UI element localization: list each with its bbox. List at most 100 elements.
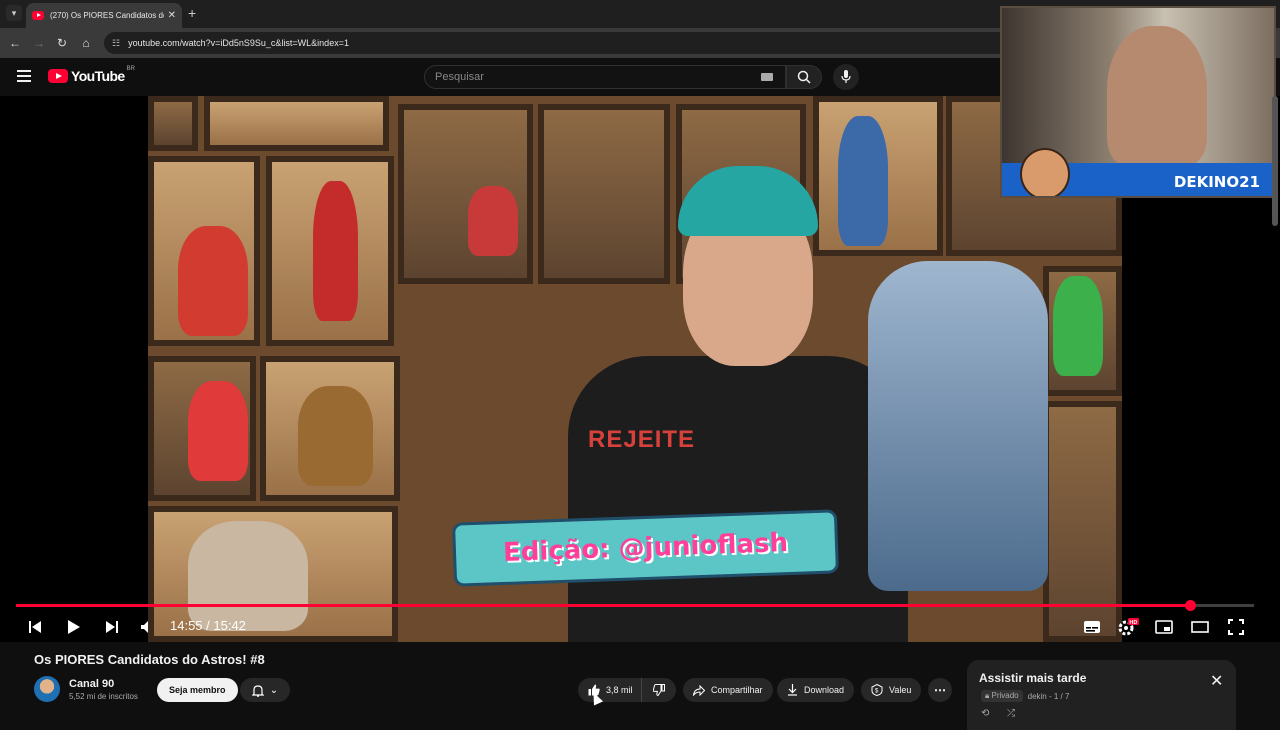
streamer-figure [1107,26,1207,166]
shelf-cubby [538,104,670,284]
new-tab-button[interactable]: + [188,5,196,21]
notifications-button[interactable]: ⌄ [240,678,290,702]
download-label: Download [804,685,845,695]
trophy-figure [313,181,358,321]
microphone-icon [841,70,851,83]
youtube-logo[interactable]: YouTube BR [48,66,135,84]
scrubber-knob[interactable] [1184,600,1196,611]
logo-text: YouTube [71,68,125,84]
shirt-text: REJEITE [588,426,696,453]
tab-close-icon[interactable]: ✕ [168,10,176,21]
browser-tab[interactable]: (270) Os PIORES Candidatos do ✕ [26,3,182,28]
theater-mode-button[interactable] [1189,616,1211,638]
keyboard-icon[interactable] [761,73,773,81]
forward-icon[interactable]: → [30,34,48,52]
previous-button[interactable] [24,616,46,638]
thanks-button[interactable]: $ Valeu [861,678,922,702]
time-display: 14:55 / 15:42 [170,618,246,633]
next-button[interactable] [101,616,123,638]
plush-figure [298,386,373,486]
thumbs-down-icon [652,684,665,696]
miniplayer-button[interactable] [1153,616,1175,638]
bell-icon [251,684,264,697]
shelf-cubby [204,96,389,151]
robocop-bust [868,261,1048,591]
fullscreen-button[interactable] [1225,616,1247,638]
dino-plush-figure [188,521,308,631]
playlist-meta: 🔒︎ Privado dekin - 1 / 7 [981,690,1069,702]
loop-icon[interactable]: ⟲ [981,708,989,719]
like-count: 3,8 mil [606,685,633,695]
settings-button[interactable]: HD [1117,616,1139,638]
duck-figure [1053,276,1103,376]
search-icon [797,70,811,84]
search-input[interactable] [435,71,761,83]
progress-played [16,604,1190,607]
guitarist-figure [838,116,888,246]
search-button[interactable] [786,65,822,89]
progress-bar[interactable] [16,600,1254,611]
theater-mode-icon [1191,621,1209,633]
previous-icon [29,621,41,633]
chevron-down-icon: ⌄ [269,684,279,696]
close-icon[interactable]: ✕ [1210,674,1223,690]
privacy-badge: 🔒︎ Privado [981,690,1023,702]
video-frame[interactable]: REJEITE Edição: @junioflash [148,96,1122,642]
super-thanks-icon: $ [871,684,883,696]
cartoon-avatar [1020,148,1070,196]
share-icon [693,684,705,696]
site-info-icon[interactable]: ☷ [112,38,120,49]
play-button[interactable] [63,616,85,638]
menu-icon[interactable] [17,70,31,82]
reload-icon[interactable]: ↻ [53,34,71,52]
subscriber-count: 5,52 mi de inscritos [69,692,138,701]
volume-icon [141,621,148,633]
home-icon[interactable]: ⌂ [77,34,95,52]
tab-title: (270) Os PIORES Candidatos do [50,11,164,20]
join-button[interactable]: Seja membro [157,678,238,702]
miniplayer-icon [1155,620,1173,634]
playlist-title[interactable]: Assistir mais tarde [979,671,1086,685]
back-icon[interactable]: ← [6,34,24,52]
url-text: youtube.com/watch?v=iDd5nS9Su_c&list=WL&… [128,38,349,48]
settings-gear-hd-icon: HD [1118,618,1139,636]
dislike-button[interactable] [642,678,676,702]
social-handle: DEKINO21 [1173,172,1260,191]
minnie-figure [188,381,248,481]
page-scrollbar[interactable] [1272,96,1278,226]
thanks-label: Valeu [889,685,912,695]
download-icon [788,684,797,696]
youtube-favicon-icon [32,11,44,20]
shuffle-icon[interactable]: ⤮ [1007,708,1015,719]
svg-text:$: $ [875,689,879,695]
host-shirt [568,356,908,642]
svg-text:HD: HD [1129,620,1137,626]
mario-figure [178,226,248,336]
voice-search-button[interactable] [833,64,859,90]
play-icon [68,620,80,634]
lock-icon: 🔒︎ [985,691,990,700]
streamer-webcam-overlay: DEKINO21 [1000,6,1276,198]
shelf-cubby [148,96,198,151]
privacy-label: Privado [991,691,1019,700]
editor-credit-banner: Edição: @junioflash [452,509,839,587]
playlist-owner-index: dekin - 1 / 7 [1027,691,1070,701]
like-button[interactable]: 3,8 mil [578,678,642,702]
share-button[interactable]: Compartilhar [683,678,773,702]
share-label: Compartilhar [711,685,763,695]
channel-avatar[interactable] [34,676,60,702]
editor-credit-text: Edição: @junioflash [502,528,789,568]
video-title: Os PIORES Candidatos do Astros! #8 [34,652,265,667]
download-button[interactable]: Download [777,678,855,702]
volume-button[interactable] [136,616,158,638]
search-box [424,65,786,89]
tab-search-menu-icon[interactable]: ▾ [6,5,22,21]
captions-button[interactable] [1081,616,1103,638]
captions-icon [1084,621,1100,633]
more-actions-button[interactable]: ⋯ [928,678,952,702]
logo-region: BR [126,66,135,72]
channel-name[interactable]: Canal 90 [69,678,114,690]
fullscreen-icon [1228,619,1244,635]
youtube-play-logo-icon [48,69,68,83]
shelf-cubby [398,104,533,284]
